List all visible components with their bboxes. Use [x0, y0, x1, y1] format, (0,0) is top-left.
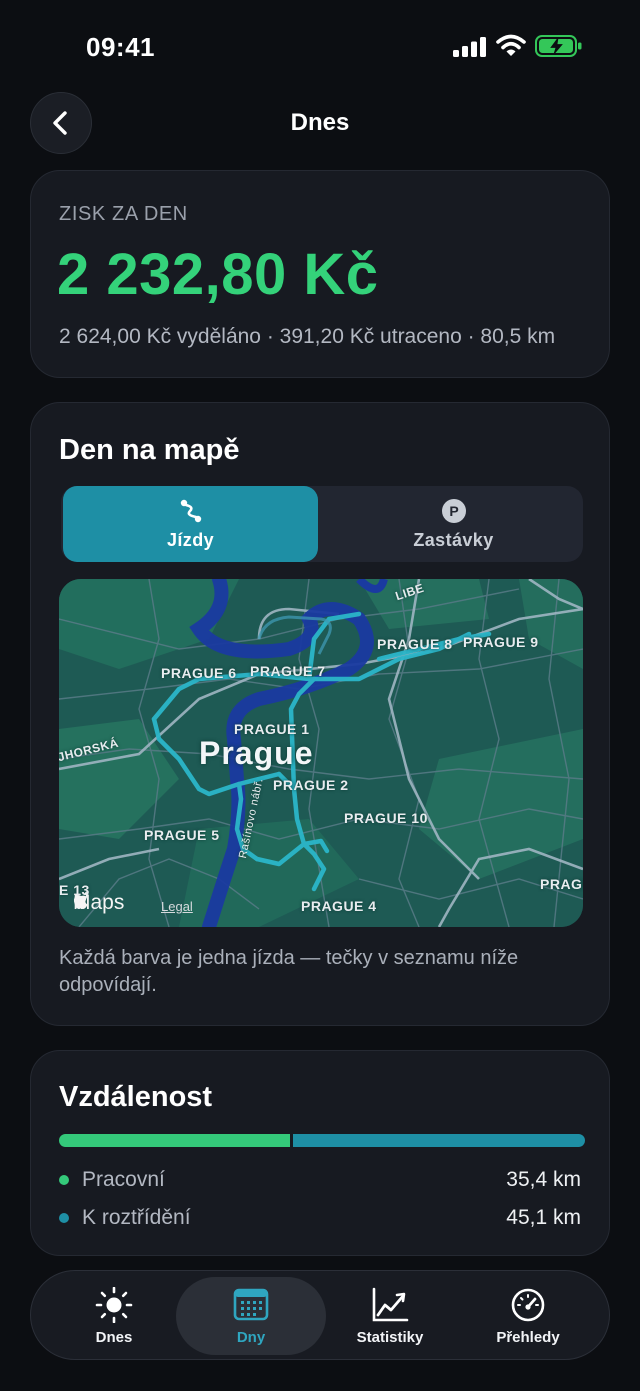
legend-dot-work [59, 1175, 69, 1185]
map-district-label: PRAGUE 7 [250, 663, 326, 679]
map-district-label: PRAGUE 2 [273, 777, 349, 793]
map-district-label: PRAGU [540, 876, 583, 892]
legend-dot-unsorted [59, 1213, 69, 1223]
map-district-label: PRAGUE 8 [377, 636, 453, 652]
tab-statistics[interactable]: Statistiky [315, 1277, 465, 1355]
map-mode-segmented-control: Jízdy P Zastávky [61, 486, 583, 562]
tab-overviews-label: Přehledy [496, 1328, 560, 1346]
map-district-label: PRAGUE 6 [161, 665, 237, 681]
segment-rides-label: Jízdy [166, 529, 215, 550]
page-title: Dnes [290, 109, 350, 136]
profit-value: 2 232,80 Kč [57, 242, 379, 307]
svg-text:P: P [449, 503, 458, 519]
distance-value-work: 35,4 km [506, 1168, 581, 1191]
map-district-label: PRAGUE 9 [463, 634, 539, 650]
distance-value-unsorted: 45,1 km [506, 1206, 581, 1229]
tab-overviews[interactable]: Přehledy [453, 1277, 603, 1355]
status-time: 09:41 [86, 32, 155, 62]
map-caption: Každá barva je jedna jízda — tečky v sez… [59, 947, 519, 996]
distance-bar-work [59, 1134, 290, 1147]
chart-icon [372, 1287, 409, 1321]
segment-stops-label: Zastávky [413, 529, 494, 550]
status-bar: 09:41 [0, 0, 640, 90]
sun-icon [95, 1286, 133, 1323]
day-map-card: Den na mapě Jízdy P Zastávky PRAGUE 8 PR… [30, 402, 610, 1026]
apple-logo-icon [73, 891, 88, 909]
route-icon [180, 499, 201, 522]
segment-stops[interactable]: P Zastávky [326, 486, 581, 562]
parking-icon: P [441, 498, 466, 523]
distance-row-work: Pracovní 35,4 km [59, 1165, 581, 1195]
distance-card: Vzdálenost Pracovní 35,4 km K roztřídění… [30, 1050, 610, 1256]
tab-today[interactable]: Dnes [39, 1277, 189, 1355]
map-district-label: PRAGUE 10 [344, 810, 428, 826]
legal-link[interactable]: Legal [161, 899, 193, 914]
tab-bar: Dnes Dny Statistiky Přehledy [30, 1270, 610, 1360]
distance-label-unsorted: K roztřídění [82, 1206, 191, 1229]
gauge-icon [511, 1288, 545, 1321]
battery-charging-icon [535, 35, 582, 57]
distance-card-title: Vzdálenost [59, 1081, 213, 1113]
map-city-label: Prague [199, 735, 314, 771]
profit-summary: 2 624,00 Kč vyděláno · 391,20 Kč utracen… [59, 325, 556, 348]
map-card-title: Den na mapě [59, 434, 240, 466]
daily-profit-card: ZISK ZA DEN 2 232,80 Kč 2 624,00 Kč vydě… [30, 170, 610, 378]
maps-attribution[interactable]: Maps [73, 891, 124, 915]
tab-days-label: Dny [236, 1328, 266, 1346]
distance-row-unsorted: K roztřídění 45,1 km [59, 1203, 581, 1233]
tab-days[interactable]: Dny [176, 1277, 326, 1355]
tab-statistics-label: Statistiky [356, 1328, 424, 1346]
rides-map[interactable]: PRAGUE 8 PRAGUE 9 PRAGUE 6 PRAGUE 7 PRAG… [59, 579, 583, 927]
map-district-label: PRAGUE 5 [144, 827, 220, 843]
signal-icon [453, 37, 486, 57]
calendar-icon [233, 1288, 269, 1320]
profit-label: ZISK ZA DEN [59, 203, 188, 225]
wifi-icon [496, 34, 526, 56]
map-background [59, 579, 583, 927]
segment-rides[interactable]: Jízdy [63, 486, 318, 562]
distance-label-work: Pracovní [82, 1168, 165, 1191]
distance-bar-unsorted [293, 1134, 585, 1147]
tab-today-label: Dnes [95, 1328, 133, 1346]
distance-split-bar [59, 1134, 585, 1147]
map-district-label: PRAGUE 4 [301, 898, 377, 914]
